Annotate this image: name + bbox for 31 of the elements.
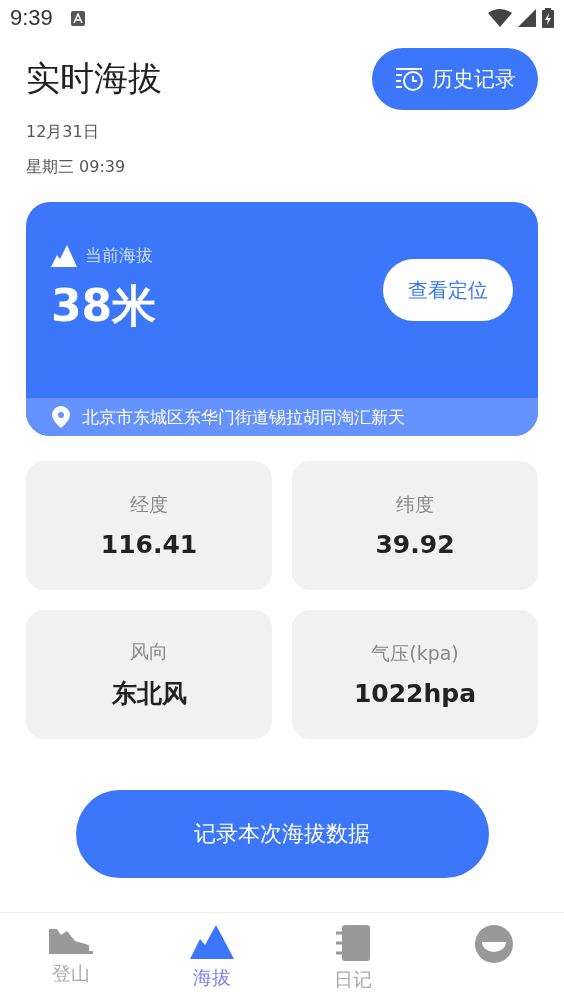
view-location-button[interactable]: 查看定位 [383, 259, 513, 321]
history-clock-icon [394, 66, 424, 92]
stat-value: 116.41 [100, 530, 198, 559]
location-pin-icon [52, 406, 70, 428]
altitude-value: 38米 [51, 279, 157, 333]
keyboard-icon [70, 10, 85, 26]
signal-icon [518, 9, 536, 27]
weekday-time-text: 星期三 09:39 [26, 157, 127, 178]
mountain-icon [51, 244, 77, 267]
address-text: 北京市东城区东华门街道锡拉胡同淘汇新天 [82, 405, 405, 429]
stat-value: 东北风 [111, 678, 187, 710]
stat-label: 经度 [130, 492, 168, 517]
battery-icon [542, 8, 554, 28]
nav-tab[interactable]: 日记 [282, 913, 423, 1004]
stat-label: 风向 [130, 639, 168, 664]
altitude-label: 当前海拔 [85, 244, 153, 267]
mountain-icon [189, 925, 234, 959]
date-text: 12月31日 [26, 122, 100, 143]
nav-tab[interactable]: 登山 [0, 913, 141, 1004]
page-title: 实时海拔 [26, 57, 162, 100]
stat-label: 气压(kpa) [371, 641, 459, 666]
status-time: 9:39 [10, 5, 53, 31]
stat-value: 39.92 [375, 530, 455, 559]
record-button[interactable]: 记录本次海拔数据 [75, 790, 489, 878]
nav-tab[interactable]: 海拔 [141, 913, 282, 1004]
stat-label: 纬度 [396, 492, 434, 517]
wifi-icon [488, 9, 512, 27]
history-button[interactable]: 历史记录 [372, 48, 538, 110]
stat-value: 1022hpa [353, 679, 477, 708]
face-icon [474, 925, 513, 963]
notebook-icon [335, 925, 370, 961]
